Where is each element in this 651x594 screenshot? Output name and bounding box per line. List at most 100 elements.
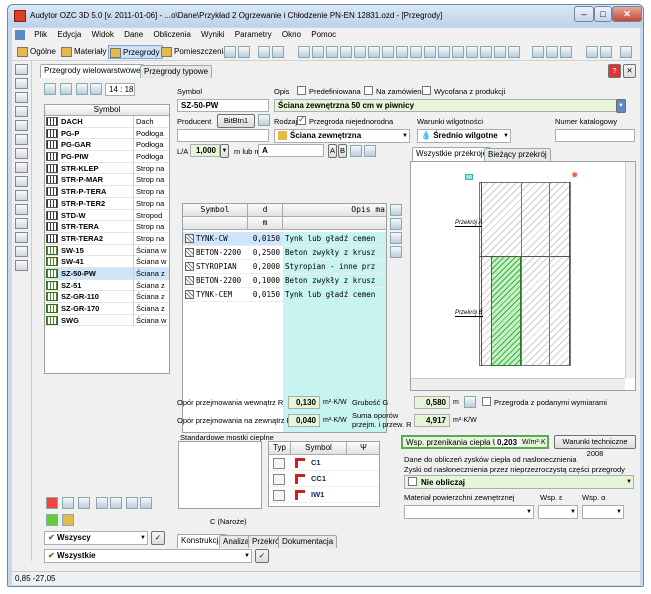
pomieszczenia-button[interactable]: Pomieszczenia (160, 45, 228, 59)
tool-icon-8[interactable] (340, 46, 352, 58)
tool-f-icon[interactable] (15, 176, 28, 187)
tab-wielowarstwowe[interactable]: Przegrody wielowarstwowe (40, 64, 145, 78)
list-item[interactable]: SZ-GR-170 Ściana z (45, 303, 169, 315)
filter-users-select[interactable]: ✔ Wszyscy (44, 531, 148, 545)
table-row[interactable]: TYNK-CW 0,0150 Tynk lub gładź cemen (183, 232, 386, 246)
menu-okno[interactable]: Okno (278, 28, 305, 41)
suma-field[interactable]: 4,917 (414, 414, 450, 427)
list-item[interactable]: STR-KLEP Strop na (45, 162, 169, 175)
calc-thickness-icon[interactable] (464, 396, 476, 408)
tool-d-icon[interactable] (15, 148, 28, 159)
wsp-a-select[interactable] (582, 505, 624, 519)
list-item[interactable]: STR-P-MAR Strop na (45, 174, 169, 187)
new-icon[interactable] (15, 64, 28, 75)
la-mode-field[interactable]: A (258, 144, 324, 157)
list-item[interactable]: STR-TERA Strop na (45, 221, 169, 233)
tool-icon-18[interactable] (480, 46, 492, 58)
insert-icon[interactable] (78, 497, 90, 509)
list-item[interactable]: DACH Dach (45, 116, 169, 128)
symbol-field[interactable]: SZ-50-PW (177, 99, 269, 112)
delete-icon[interactable] (46, 497, 58, 509)
save-icon[interactable] (15, 92, 28, 103)
table-row[interactable]: BETON-2200 0,2500 Beton zwykły z krusz (183, 246, 386, 260)
preview-hscroll[interactable] (411, 378, 625, 390)
tool-icon-7[interactable] (326, 46, 338, 58)
list-tool-3-icon[interactable] (76, 83, 88, 95)
menu-wyniki[interactable]: Wyniki (197, 28, 228, 41)
tab-biezacy-przekroj[interactable]: Bieżący przekrój (484, 148, 551, 161)
layer-tool-1-icon[interactable] (350, 145, 362, 157)
tool-a-icon[interactable] (15, 106, 28, 117)
tool-icon-25[interactable] (600, 46, 612, 58)
la-field[interactable]: 1,000 (190, 144, 220, 157)
ok-icon[interactable] (46, 514, 58, 526)
remove-icon[interactable] (140, 497, 152, 509)
tool-icon-12[interactable] (396, 46, 408, 58)
wsp-e-select[interactable] (538, 505, 578, 519)
tab-typowe[interactable]: Przegrody typowe (140, 65, 213, 78)
niejednorodna-checkbox[interactable] (297, 114, 306, 125)
producer-lookup-icon[interactable] (258, 114, 270, 126)
list-item[interactable]: SW-15 Ściana w (45, 244, 169, 257)
close-panel-icon[interactable]: ✕ (623, 64, 636, 78)
list-item[interactable]: STR-P-TER2 Strop na (45, 197, 169, 210)
tool-icon-26[interactable] (620, 46, 632, 58)
tab-dokumentacja[interactable]: Dokumentacja (278, 535, 338, 548)
rodzaj-select[interactable]: Ściana zewnętrzna (274, 129, 410, 143)
opis-field[interactable]: Ściana zewnętrzna 50 cm w piwnicy (274, 99, 626, 112)
list-item[interactable]: PG-PIW Podłoga (45, 151, 169, 163)
list-tool-2-icon[interactable] (60, 83, 72, 95)
help-icon[interactable]: ? (608, 64, 621, 78)
tool-l-icon[interactable] (15, 260, 28, 271)
zyski-checkbox[interactable] (408, 477, 417, 486)
list-item[interactable]: STR-P-TERA Strop na (45, 186, 169, 198)
list-tool-4-icon[interactable] (90, 83, 102, 95)
move-down-icon[interactable] (390, 232, 402, 244)
close-button[interactable]: ✕ (612, 6, 642, 22)
menu-obliczenia[interactable]: Obliczenia (149, 28, 194, 41)
list-item[interactable]: SZ-GR-110 Ściana z (45, 291, 169, 303)
refresh-icon[interactable] (390, 246, 402, 258)
table-row[interactable]: CC1 (269, 472, 379, 487)
tool-h-icon[interactable] (15, 204, 28, 215)
tool-icon-14[interactable] (424, 46, 436, 58)
paste-icon[interactable] (110, 497, 122, 509)
menu-dane[interactable]: Dane (120, 28, 147, 41)
minimize-button[interactable]: – (574, 6, 594, 22)
list-tool-1-icon[interactable] (44, 83, 56, 95)
list-item[interactable]: SW-41 Ściana w (45, 256, 169, 268)
partition-list[interactable]: Symbol DACH Dach PG-P Podłoga PG-GAR Podłoga P… (44, 104, 170, 374)
tool-icon-10[interactable] (368, 46, 380, 58)
tool-icon-16[interactable] (452, 46, 464, 58)
menu-edycja[interactable]: Edycja (53, 28, 85, 41)
list-item[interactable]: SZ-51 Ściana z (45, 279, 169, 292)
tool-icon-23[interactable] (560, 46, 572, 58)
tool-icon-15[interactable] (438, 46, 450, 58)
sort-icon[interactable] (62, 497, 74, 509)
tool-icon-21[interactable] (532, 46, 544, 58)
section-preview[interactable]: ✹ Przekrój A Przekrój B (410, 161, 636, 391)
bitbtn1-button[interactable]: BitBtn1 (217, 114, 255, 128)
tool-i-icon[interactable] (15, 218, 28, 229)
materialy-button[interactable]: Materiały (60, 45, 106, 59)
tool-j-icon[interactable] (15, 232, 28, 243)
tool-e-icon[interactable] (15, 162, 28, 173)
opis-dropdown-icon[interactable]: ▼ (616, 99, 626, 113)
table-row[interactable]: STYROPIAN 0,2000 Styropian - inne prz (183, 260, 386, 274)
tool-icon-13[interactable] (410, 46, 422, 58)
tool-g-icon[interactable] (15, 190, 28, 201)
menu-parametry[interactable]: Parametry (231, 28, 276, 41)
preview-vscroll[interactable] (625, 162, 635, 378)
list-item[interactable]: PG-GAR Podłoga (45, 139, 169, 152)
tool-icon-5[interactable] (298, 46, 310, 58)
mode-a-button[interactable]: A (328, 144, 337, 158)
tool-icon-11[interactable] (382, 46, 394, 58)
tool-icon-6[interactable] (312, 46, 324, 58)
list-item[interactable]: SWG Ściana w (45, 314, 169, 327)
maximize-button[interactable]: □ (594, 6, 612, 22)
folder-icon[interactable] (62, 514, 74, 526)
tool-icon-9[interactable] (354, 46, 366, 58)
tool-icon-3[interactable] (258, 46, 270, 58)
move-up-icon[interactable] (390, 218, 402, 230)
tool-c-icon[interactable] (15, 134, 28, 145)
